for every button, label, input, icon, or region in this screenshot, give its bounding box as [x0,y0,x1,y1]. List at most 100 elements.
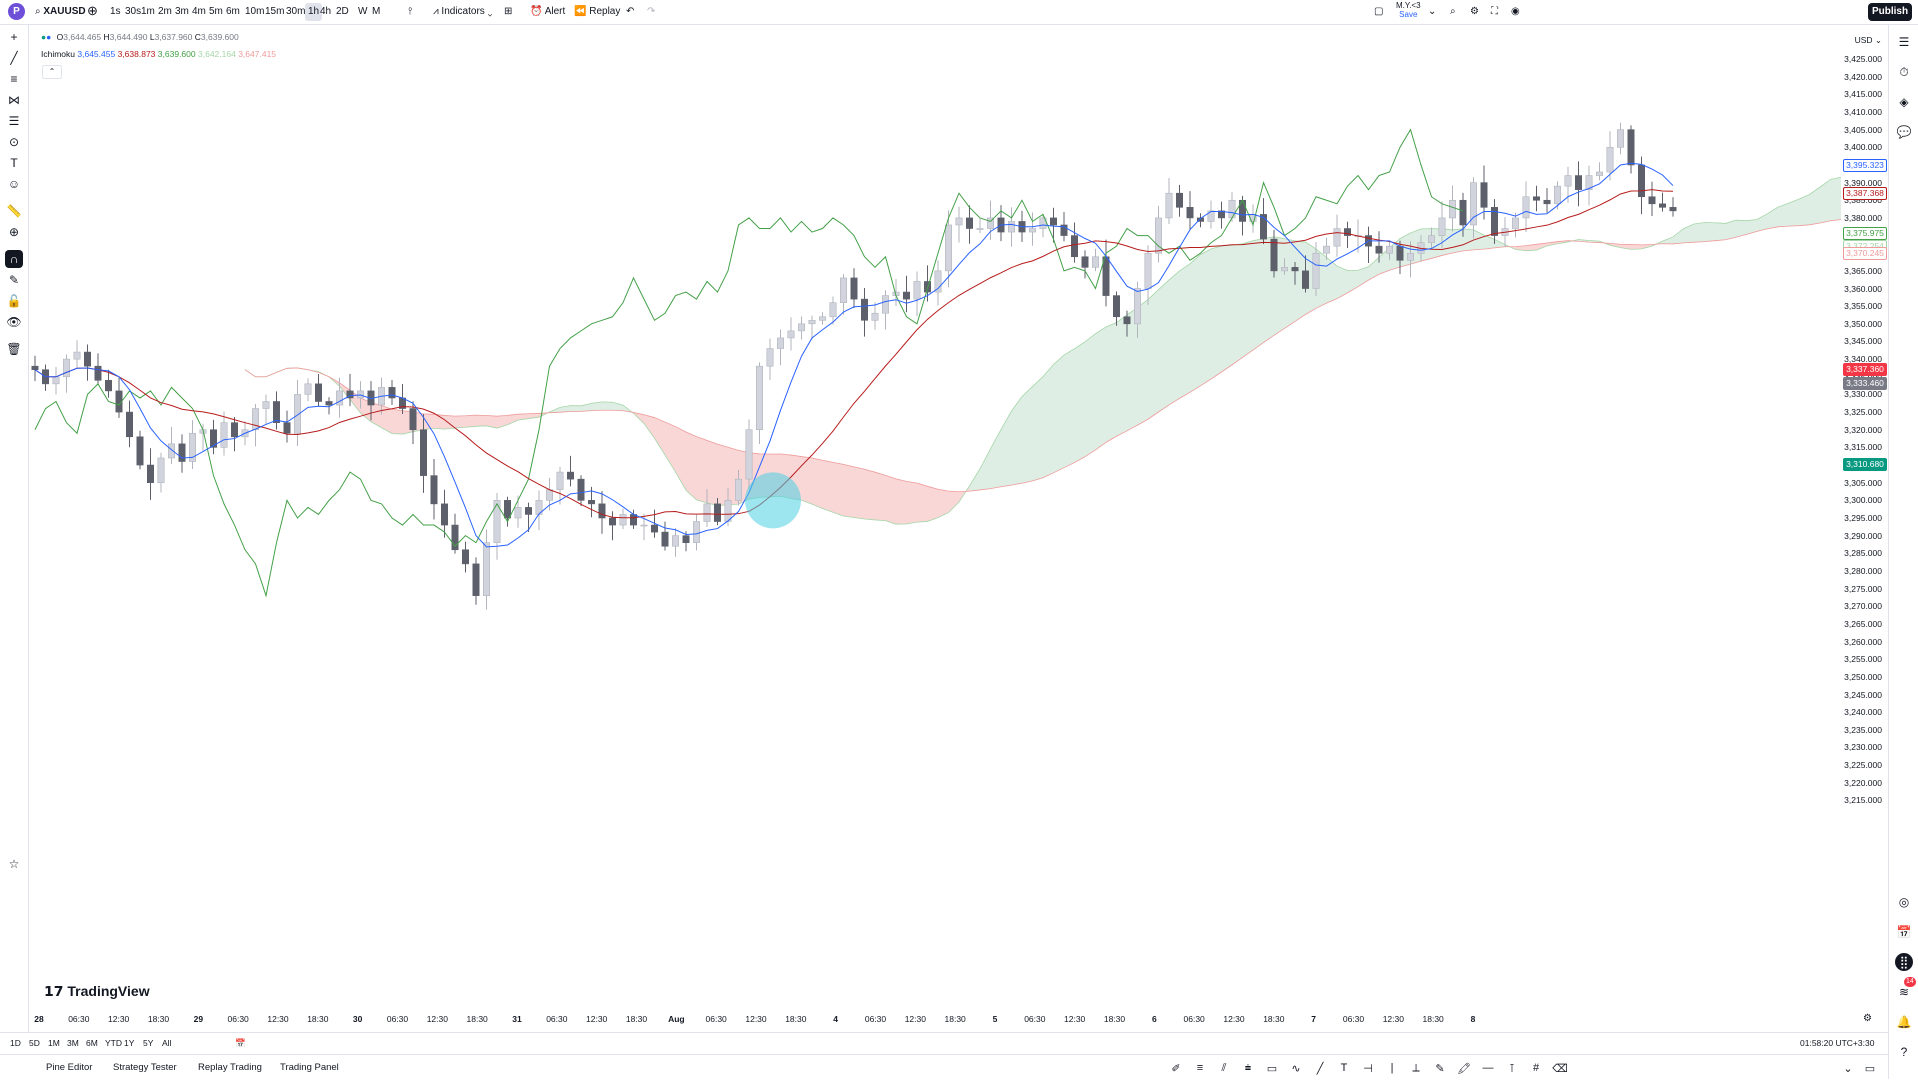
timeframe-30s[interactable]: 30s [125,3,141,21]
pitchfork-icon[interactable]: ⋈ [5,91,23,109]
tab-pine-editor[interactable]: Pine Editor [46,1062,92,1073]
layers-icon[interactable]: ◈ [1895,93,1913,111]
range-All[interactable]: All [162,1038,171,1048]
vertical-line-icon[interactable]: | [1384,1060,1400,1076]
profile-avatar[interactable]: P [8,3,25,20]
range-YTD[interactable]: YTD [105,1038,122,1048]
currency-label[interactable]: USD ⌄ [1855,35,1882,46]
path-icon[interactable]: ∿ [1288,1060,1304,1076]
trash-icon[interactable]: 🗑 [5,340,23,358]
long-position-icon[interactable]: ⟂ [1408,1060,1424,1076]
chart-type-candles-icon[interactable]: ⫯ [408,3,412,21]
text-icon[interactable]: T [1336,1060,1352,1076]
emoji-icon[interactable]: ☺ [5,175,23,193]
undo-icon[interactable]: ↶ [626,3,634,21]
patterns-icon[interactable]: ⊙ [5,133,23,151]
timeframe-2D[interactable]: 2D [336,3,349,21]
range-1D[interactable]: 1D [10,1038,21,1048]
broadcast-icon[interactable]: ≋ 14 [1895,983,1913,1001]
pen-icon[interactable]: ✎ [1432,1060,1448,1076]
auto-scale-settings-icon[interactable]: ⚙ [1863,1013,1872,1024]
brush-icon[interactable]: ✐ [1168,1060,1184,1076]
parallel-channel-icon[interactable]: ⫽ [1216,1060,1232,1076]
range-6M[interactable]: 6M [86,1038,98,1048]
collapse-legend-chevron-icon[interactable]: ⌃ [42,65,62,79]
timeframe-W[interactable]: W [358,3,367,21]
timeframe-1s[interactable]: 1s [110,3,121,21]
eraser-icon[interactable]: ⌫ [1552,1060,1568,1076]
timeframe-1m[interactable]: 1m [141,3,155,21]
indicator-legend[interactable]: Ichimoku 3,645.455 3,638.873 3,639.600 3… [41,49,276,59]
help-icon[interactable]: ? [1895,1043,1913,1061]
timeframe-6m[interactable]: 6m [226,3,240,21]
range-3M[interactable]: 3M [67,1038,79,1048]
highlighter-icon[interactable]: 🖍 [1456,1060,1472,1076]
notifications-bell-icon[interactable]: 🔔 [1895,1013,1913,1031]
tab-trading-panel[interactable]: Trading Panel [280,1062,339,1073]
maximize-panel-icon[interactable]: ▭ [1862,1060,1878,1076]
timeframe-2m[interactable]: 2m [158,3,172,21]
magnet-icon[interactable]: ∩ [5,250,23,268]
horizontal-lines-icon[interactable]: ≡ [1192,1060,1208,1076]
chevron-down-icon[interactable]: ⌄ [1428,3,1436,21]
timeframe-15m[interactable]: 15m [265,3,284,21]
indicators-button[interactable]: ⩘ Indicators ⌄ [433,3,492,21]
settings-gear-icon[interactable]: ⚙ [1470,3,1479,21]
camera-snapshot-icon[interactable]: ◉ [1511,3,1520,21]
tab-strategy-tester[interactable]: Strategy Tester [113,1062,177,1073]
timeframe-M[interactable]: M [372,3,380,21]
chart-pane[interactable] [29,25,1841,1033]
price-range-icon[interactable]: ⊺ [1504,1060,1520,1076]
fib-retracement-icon[interactable]: ☰ [5,112,23,130]
layout-square-icon[interactable]: ▢ [1374,3,1383,21]
timeframe-4h[interactable]: 4h [320,3,331,21]
grid-table-icon[interactable]: # [1528,1060,1544,1076]
timeframe-10m[interactable]: 10m [245,3,264,21]
publish-button[interactable]: Publish [1868,3,1912,21]
ruler-icon[interactable]: 📏 [5,202,23,220]
horizontal-ray-icon[interactable]: ⊣ [1360,1060,1376,1076]
compare-add-icon[interactable]: ⊕ [87,2,98,20]
hide-drawings-eye-icon[interactable]: 👁 [5,313,23,331]
horizontal-line-icon[interactable]: — [1480,1060,1496,1076]
layouts-grid-icon[interactable]: ⊞ [504,3,512,21]
go-to-date-calendar-icon[interactable]: 📅 [235,1038,246,1049]
crosshair-icon[interactable]: + [5,28,23,46]
chat-icon[interactable]: 💬 [1895,123,1913,141]
session-clock[interactable]: 01:58:20 UTC+3:30 [1800,1038,1874,1048]
price-axis[interactable]: USD ⌄ 3,425.0003,420.0003,415.0003,410.0… [1841,25,1887,1033]
chevron-down-icon[interactable]: ⌄ [1840,1060,1856,1076]
trend-line-icon[interactable]: ╱ [1312,1060,1328,1076]
watchlist-icon[interactable]: ☰ [1895,33,1913,51]
alert-button[interactable]: ⏰ Alert [530,3,565,21]
fullscreen-icon[interactable]: ⛶ [1491,3,1498,21]
symbol-search-button[interactable]: ⌕ XAUUSD [35,3,86,21]
text-tool-icon[interactable]: T [5,154,23,172]
time-axis[interactable]: 2806:3012:3018:302906:3012:3018:303006:3… [29,1008,1841,1032]
stay-drawing-mode-icon[interactable]: ✎ [5,271,23,289]
timeframe-3m[interactable]: 3m [175,3,189,21]
rectangle-icon[interactable]: ▭ [1264,1060,1280,1076]
layout-save-button[interactable]: M.Y.<3 Save [1396,1,1421,19]
range-1Y[interactable]: 1Y [124,1038,134,1048]
quick-search-icon[interactable]: ⌕ [1450,3,1456,21]
regression-icon[interactable]: ⩧ [1240,1060,1256,1076]
apps-grid-icon[interactable]: ⣿ [1895,953,1913,971]
horizontal-lines-icon[interactable]: ≡ [5,70,23,88]
timeframe-30m[interactable]: 30m [286,3,305,21]
replay-button[interactable]: ⏪ Replay [574,3,620,21]
redo-icon[interactable]: ↷ [647,3,655,21]
lock-drawings-icon[interactable]: 🔓 [5,292,23,310]
range-5D[interactable]: 5D [29,1038,40,1048]
zoom-in-icon[interactable]: ⊕ [5,223,23,241]
range-1M[interactable]: 1M [48,1038,60,1048]
trend-line-icon[interactable]: ╱ [5,49,23,67]
timeframe-4m[interactable]: 4m [192,3,206,21]
target-icon[interactable]: ◎ [1895,893,1913,911]
range-5Y[interactable]: 5Y [143,1038,153,1048]
tab-replay-trading[interactable]: Replay Trading [198,1062,262,1073]
favorites-star-icon[interactable]: ☆ [5,855,23,873]
alerts-clock-icon[interactable]: ⏱ [1895,63,1913,81]
calendar-icon[interactable]: 📅 [1895,923,1913,941]
timeframe-5m[interactable]: 5m [209,3,223,21]
